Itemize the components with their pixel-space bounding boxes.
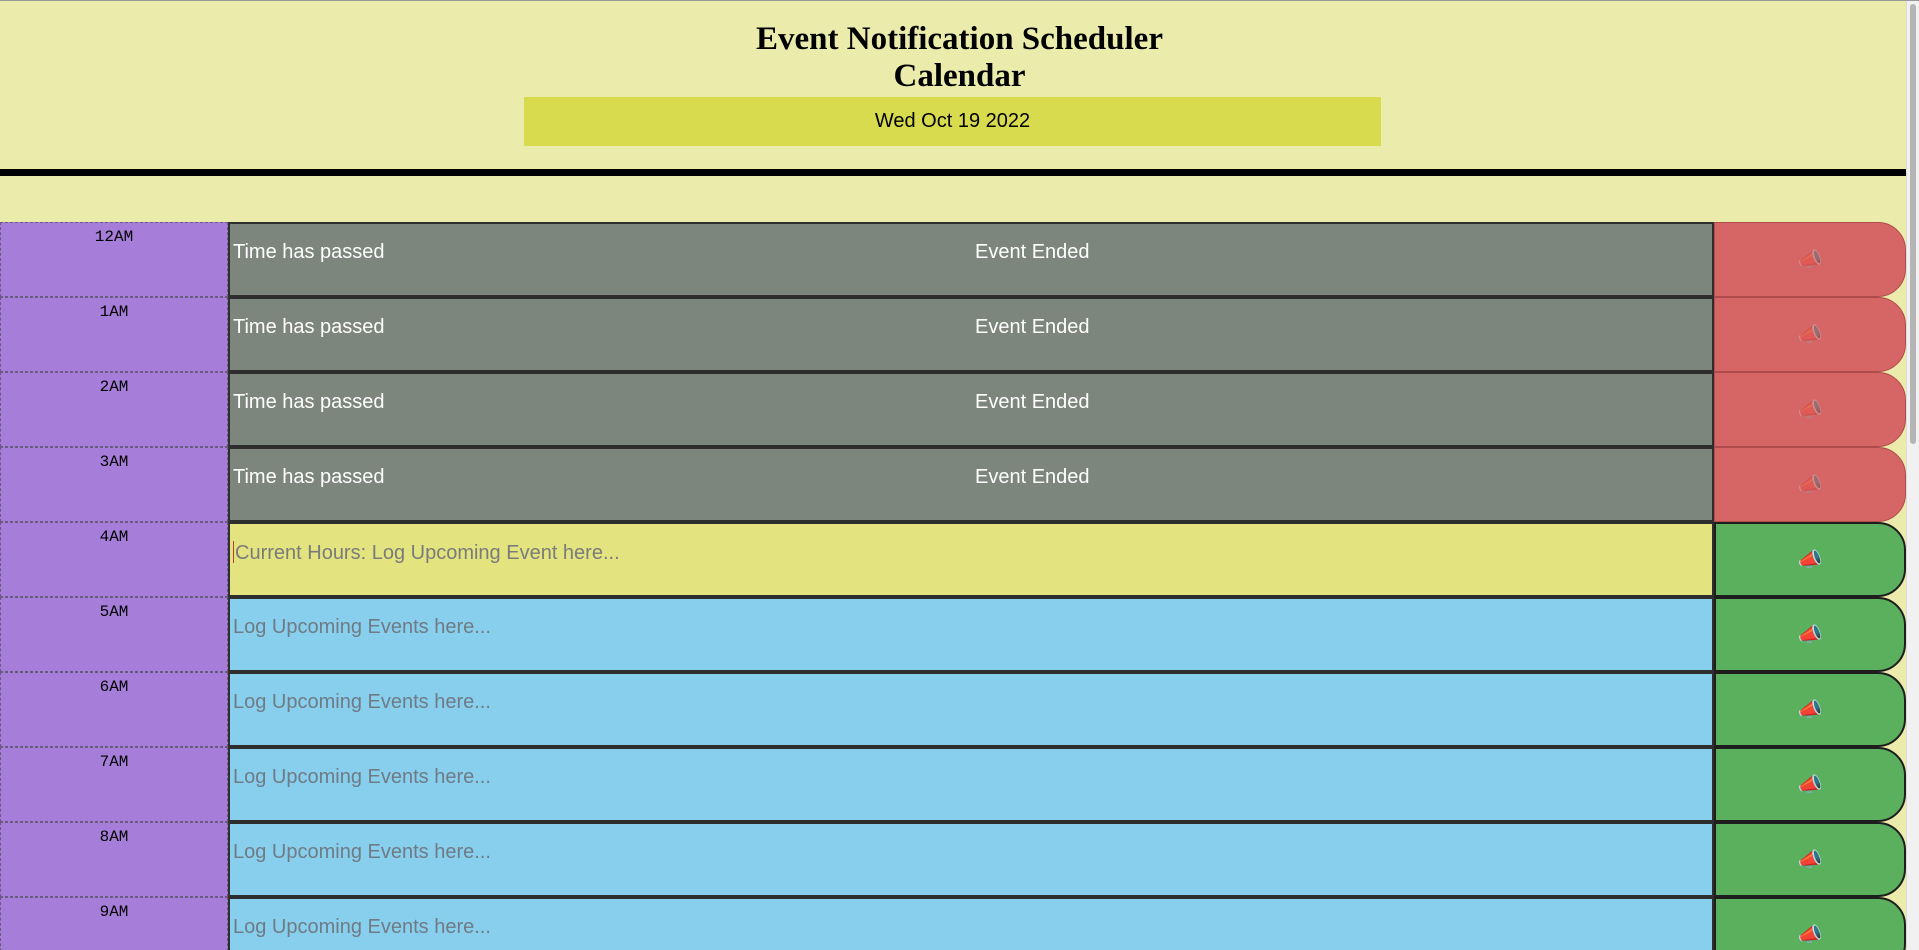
megaphone-icon: 📣 <box>1797 398 1823 421</box>
time-block-row: 9AM Log Upcoming Events here... 📣 <box>0 897 1906 950</box>
scheduler-page: Event Notification Scheduler Calendar We… <box>0 0 1919 950</box>
event-placeholder: Log Upcoming Events here... <box>233 916 491 938</box>
event-text: Time has passed <box>233 466 385 488</box>
event-placeholder: Log Upcoming Events here... <box>233 766 491 788</box>
megaphone-icon: 📣 <box>1797 248 1823 271</box>
save-button[interactable]: 📣 <box>1714 822 1906 897</box>
event-textarea[interactable]: Current Hours: Log Upcoming Event here..… <box>228 522 1714 597</box>
hour-label: 12AM <box>0 222 228 297</box>
time-block-row: 3AM Time has passed Event Ended 📣 <box>0 447 1906 522</box>
megaphone-icon: 📣 <box>1797 548 1823 571</box>
hour-label: 5AM <box>0 597 228 672</box>
event-textarea[interactable]: Time has passed Event Ended <box>228 372 1714 447</box>
megaphone-icon: 📣 <box>1797 473 1823 496</box>
hour-label: 9AM <box>0 897 228 950</box>
hour-label: 1AM <box>0 297 228 372</box>
event-placeholder: Log Upcoming Events here... <box>233 616 491 638</box>
save-button[interactable]: 📣 <box>1714 222 1906 297</box>
event-textarea[interactable]: Time has passed Event Ended <box>228 447 1714 522</box>
megaphone-icon: 📣 <box>1797 323 1823 346</box>
event-ended-label: Event Ended <box>975 466 1090 488</box>
hour-label: 7AM <box>0 747 228 822</box>
megaphone-icon: 📣 <box>1797 923 1823 946</box>
event-text: Time has passed <box>233 316 385 338</box>
save-button[interactable]: 📣 <box>1714 447 1906 522</box>
event-textarea[interactable]: Log Upcoming Events here... <box>228 672 1714 747</box>
save-button[interactable]: 📣 <box>1714 747 1906 822</box>
hour-rows: 12AM Time has passed Event Ended 📣 1AM Time h… <box>0 222 1906 950</box>
event-ended-label: Event Ended <box>975 316 1090 338</box>
page-title: Event Notification Scheduler Calendar <box>0 1 1919 95</box>
text-cursor <box>233 541 234 563</box>
event-ended-label: Event Ended <box>975 391 1090 413</box>
time-block-row: 5AM Log Upcoming Events here... 📣 <box>0 597 1906 672</box>
save-button[interactable]: 📣 <box>1714 372 1906 447</box>
title-line-2: Calendar <box>893 58 1026 94</box>
megaphone-icon: 📣 <box>1797 773 1823 796</box>
megaphone-icon: 📣 <box>1797 698 1823 721</box>
save-button[interactable]: 📣 <box>1714 297 1906 372</box>
scrollbar-thumb[interactable] <box>1910 4 1916 444</box>
time-block-row: 2AM Time has passed Event Ended 📣 <box>0 372 1906 447</box>
megaphone-icon: 📣 <box>1797 848 1823 871</box>
save-button[interactable]: 📣 <box>1714 672 1906 747</box>
title-line-1: Event Notification Scheduler <box>756 21 1163 57</box>
time-block-row: 4AM Current Hours: Log Upcoming Event her… <box>0 522 1906 597</box>
page-header: Event Notification Scheduler Calendar We… <box>0 1 1919 169</box>
event-text: Time has passed <box>233 391 385 413</box>
time-block-row: 7AM Log Upcoming Events here... 📣 <box>0 747 1906 822</box>
hour-label: 2AM <box>0 372 228 447</box>
hour-label: 8AM <box>0 822 228 897</box>
current-date: Wed Oct 19 2022 <box>524 97 1381 146</box>
event-textarea[interactable]: Log Upcoming Events here... <box>228 747 1714 822</box>
event-placeholder: Log Upcoming Events here... <box>233 691 491 713</box>
event-text: Time has passed <box>233 241 385 263</box>
megaphone-icon: 📣 <box>1797 623 1823 646</box>
save-button[interactable]: 📣 <box>1714 897 1906 950</box>
event-textarea[interactable]: Log Upcoming Events here... <box>228 897 1714 950</box>
event-placeholder: Current Hours: Log Upcoming Event here..… <box>235 542 620 564</box>
time-block-row: 8AM Log Upcoming Events here... 📣 <box>0 822 1906 897</box>
scrollbar[interactable] <box>1906 1 1919 950</box>
event-textarea[interactable]: Log Upcoming Events here... <box>228 597 1714 672</box>
hour-label: 6AM <box>0 672 228 747</box>
time-block-row: 6AM Log Upcoming Events here... 📣 <box>0 672 1906 747</box>
event-textarea[interactable]: Time has passed Event Ended <box>228 297 1714 372</box>
time-block-row: 12AM Time has passed Event Ended 📣 <box>0 222 1906 297</box>
event-placeholder: Log Upcoming Events here... <box>233 841 491 863</box>
event-textarea[interactable]: Time has passed Event Ended <box>228 222 1714 297</box>
save-button[interactable]: 📣 <box>1714 522 1906 597</box>
event-textarea[interactable]: Log Upcoming Events here... <box>228 822 1714 897</box>
hour-label: 3AM <box>0 447 228 522</box>
save-button[interactable]: 📣 <box>1714 597 1906 672</box>
header-divider <box>0 169 1906 176</box>
event-ended-label: Event Ended <box>975 241 1090 263</box>
hour-label: 4AM <box>0 522 228 597</box>
time-block-row: 1AM Time has passed Event Ended 📣 <box>0 297 1906 372</box>
